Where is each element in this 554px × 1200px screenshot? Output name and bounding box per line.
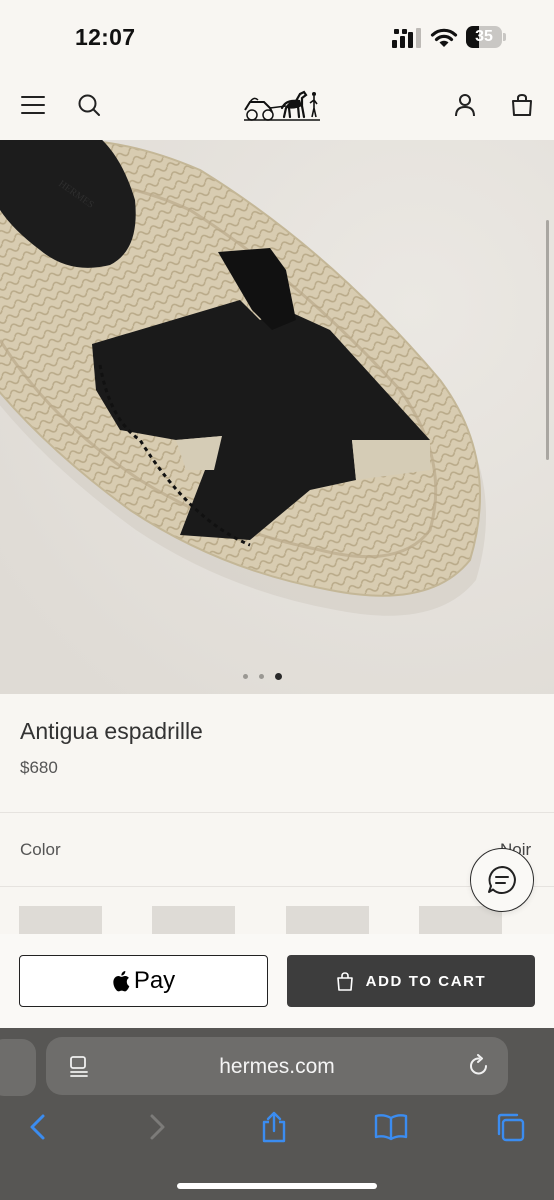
browser-toolbar: hermes.com xyxy=(0,1028,554,1200)
reload-icon[interactable] xyxy=(467,1054,491,1078)
back-icon xyxy=(30,1114,45,1140)
search-icon xyxy=(78,94,100,116)
account-icon xyxy=(455,94,475,117)
hermes-logo[interactable] xyxy=(242,84,322,126)
chat-button[interactable] xyxy=(470,848,534,912)
forward-icon xyxy=(150,1114,165,1140)
signal-icon xyxy=(392,28,421,48)
site-header xyxy=(0,70,554,140)
previous-tab-preview[interactable] xyxy=(0,1039,36,1096)
menu-button[interactable] xyxy=(16,88,50,122)
shopping-bag-icon xyxy=(512,93,532,116)
tabs-icon xyxy=(497,1113,525,1142)
bookmarks-icon xyxy=(374,1114,408,1141)
pagination-dot[interactable] xyxy=(259,674,264,679)
status-time: 12:07 xyxy=(75,24,136,50)
search-button[interactable] xyxy=(72,88,106,122)
share-button[interactable] xyxy=(257,1110,291,1144)
add-to-cart-button[interactable]: ADD TO CART xyxy=(287,955,535,1007)
product-name: Antigua espadrille xyxy=(20,718,203,744)
menu-icon xyxy=(21,96,45,114)
share-icon xyxy=(262,1111,286,1143)
scrollbar[interactable] xyxy=(546,220,549,460)
shopping-bag-button[interactable] xyxy=(505,88,539,122)
color-swatch[interactable] xyxy=(19,906,102,934)
apple-icon xyxy=(113,971,130,992)
apple-pay-button[interactable]: Pay xyxy=(19,955,268,1007)
battery-percent: 35 xyxy=(475,28,493,45)
tabs-button[interactable] xyxy=(493,1110,527,1144)
back-button[interactable] xyxy=(21,1110,55,1144)
bookmarks-button[interactable] xyxy=(374,1110,408,1144)
status-bar: 12:07 35 xyxy=(0,0,554,70)
account-button[interactable] xyxy=(448,88,482,122)
home-indicator[interactable] xyxy=(177,1183,377,1189)
apple-pay-label: Pay xyxy=(133,967,176,994)
pagination-dot[interactable] xyxy=(243,674,248,679)
pagination-dot-active[interactable] xyxy=(275,673,282,680)
gallery-pagination xyxy=(0,673,554,682)
shopping-bag-icon xyxy=(336,971,353,991)
battery-icon: 35 xyxy=(466,26,506,48)
product-image[interactable]: HERMES xyxy=(0,140,554,694)
color-label: Color xyxy=(20,840,61,859)
product-price: $680 xyxy=(20,758,58,777)
purchase-action-bar: Pay ADD TO CART xyxy=(0,934,554,1028)
address-bar[interactable]: hermes.com xyxy=(46,1037,508,1095)
color-swatch[interactable] xyxy=(152,906,235,934)
color-swatch[interactable] xyxy=(419,906,502,934)
espadrille-image: HERMES xyxy=(0,140,554,694)
wifi-icon xyxy=(430,28,458,47)
add-to-cart-label: ADD TO CART xyxy=(365,972,487,990)
url-text: hermes.com xyxy=(219,1055,335,1078)
chat-icon xyxy=(488,866,516,894)
color-swatch[interactable] xyxy=(286,906,369,934)
forward-button[interactable] xyxy=(140,1110,174,1144)
